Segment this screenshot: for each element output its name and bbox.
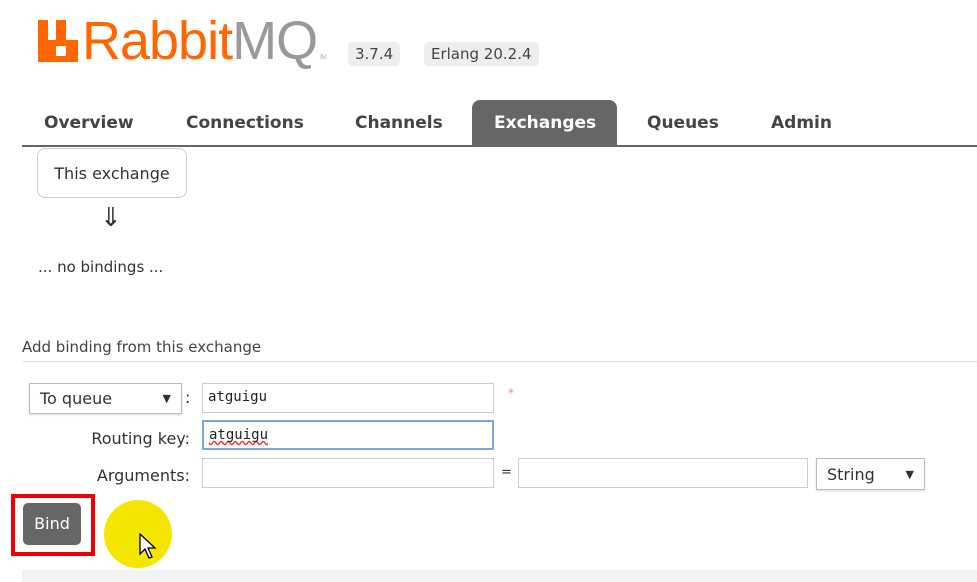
down-arrow-icon: ⇓	[100, 203, 122, 233]
rabbitmq-logo: RabbitMQ TM	[38, 11, 327, 71]
logo-text-mq: MQ	[232, 11, 318, 71]
colon: :	[185, 388, 191, 407]
nav-tabs: Overview Connections Channels Exchanges …	[22, 100, 977, 147]
destination-type-select[interactable]: To queue ▼	[29, 383, 182, 414]
destination-input[interactable]: atguigu	[202, 383, 494, 413]
next-section-header[interactable]	[22, 570, 977, 582]
required-mark: *	[508, 386, 514, 400]
destination-type-value: To queue	[40, 389, 113, 408]
erlang-badge: Erlang 20.2.4	[424, 42, 539, 66]
section-title[interactable]: Add binding from this exchange	[22, 338, 261, 356]
argument-value-input[interactable]	[518, 458, 808, 488]
tab-admin[interactable]: Admin	[749, 100, 854, 145]
equals-sign: =	[501, 465, 512, 480]
divider	[22, 361, 977, 362]
routing-key-label: Routing key:	[91, 429, 190, 448]
argument-type-select[interactable]: String ▼	[816, 458, 925, 490]
rabbit-logo-icon	[38, 20, 78, 62]
this-exchange-box: This exchange	[37, 148, 187, 198]
no-bindings-text: ... no bindings ...	[38, 258, 164, 276]
mouse-cursor-icon	[139, 533, 157, 559]
argument-key-input[interactable]	[202, 458, 494, 488]
logo-tm: TM	[319, 55, 327, 61]
tab-queues[interactable]: Queues	[625, 100, 741, 145]
version-badge: 3.7.4	[348, 42, 401, 66]
logo-text-rabbit: Rabbit	[82, 11, 233, 71]
tab-connections[interactable]: Connections	[164, 100, 326, 145]
dropdown-arrow-icon: ▼	[162, 392, 171, 405]
arguments-label: Arguments:	[96, 466, 190, 485]
tab-exchanges[interactable]: Exchanges	[472, 100, 617, 145]
bind-button[interactable]: Bind	[23, 503, 81, 545]
cursor-highlight	[104, 500, 172, 568]
tab-channels[interactable]: Channels	[333, 100, 465, 145]
tab-overview[interactable]: Overview	[22, 100, 156, 145]
routing-key-input[interactable]: atguigu	[202, 420, 494, 450]
dropdown-arrow-icon: ▼	[905, 467, 914, 481]
argument-type-value: String	[827, 464, 875, 484]
